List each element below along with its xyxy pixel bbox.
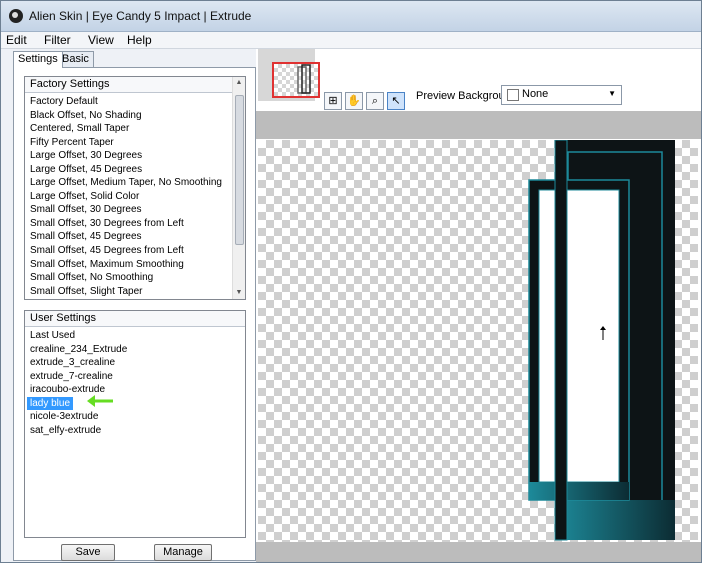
list-item[interactable]: sat_elfy-extrude [25,424,245,438]
navigator-icon[interactable]: ⊞ [324,92,342,110]
preview-canvas[interactable] [258,140,698,542]
window-title: Alien Skin | Eye Candy 5 Impact | Extrud… [29,9,252,23]
list-item[interactable]: Large Offset, 30 Degrees [25,149,245,163]
menu-bar: Edit Filter View Help [1,32,701,49]
scroll-thumb[interactable] [235,95,244,245]
factory-settings-header: Factory Settings [25,77,245,93]
list-item[interactable]: Centered, Small Taper [25,122,245,136]
app-window: Alien Skin | Eye Candy 5 Impact | Extrud… [0,0,702,563]
list-item-selected[interactable]: lady blue [27,396,74,411]
list-item[interactable]: crealine_234_Extrude [25,343,245,357]
list-item[interactable]: Small Offset, 45 Degrees [25,230,245,244]
scroll-up-icon[interactable]: ▲ [235,79,243,87]
menu-filter[interactable]: Filter [44,33,71,47]
list-item[interactable]: Large Offset, 45 Degrees [25,163,245,177]
back-frame-left-bar [554,140,568,541]
list-item[interactable]: Fifty Percent Taper [25,136,245,150]
menu-view[interactable]: View [88,33,114,47]
list-item[interactable]: Small Offset, Slight Taper [25,285,245,299]
list-item[interactable]: Large Offset, Medium Taper, No Smoothing [25,176,245,190]
user-settings-list[interactable]: User Settings Last Used crealine_234_Ext… [24,310,246,538]
preview-area: ⊞ ✋ ⌕ ↖ Preview Background: None ▼ [256,49,701,562]
preview-top-band [256,111,701,139]
title-bar: Alien Skin | Eye Candy 5 Impact | Extrud… [1,1,701,32]
tab-settings[interactable]: Settings [13,51,63,68]
scroll-down-icon[interactable]: ▼ [235,289,243,297]
menu-edit[interactable]: Edit [6,33,27,47]
back-frame-bottom [555,500,675,540]
list-item[interactable]: extrude_3_crealine [25,356,245,370]
list-item[interactable]: iracoubo-extrude [25,383,245,397]
menu-help[interactable]: Help [127,33,152,47]
list-item[interactable]: Small Offset, 30 Degrees [25,203,245,217]
factory-list-scrollbar[interactable]: ▲ ▼ [232,77,245,299]
factory-settings-list[interactable]: Factory Settings Factory Default Black O… [24,76,246,300]
list-item[interactable]: Small Offset, Maximum Smoothing [25,258,245,272]
list-item[interactable]: Large Offset, Solid Color [25,190,245,204]
list-item[interactable]: Small Offset, No Smoothing [25,271,245,285]
navigator-thumbnail [258,49,320,101]
save-button[interactable]: Save [61,544,115,561]
preview-bottom-band [256,542,701,562]
list-item[interactable]: Factory Default [25,95,245,109]
alien-skin-logo-icon [9,9,23,23]
list-item[interactable]: nicole-3extrude [25,410,245,424]
user-settings-items: Last Used crealine_234_Extrude extrude_3… [25,329,245,437]
list-item[interactable]: extrude_7-crealine [25,370,245,384]
list-item[interactable]: Small Offset, 30 Degrees from Left [25,217,245,231]
front-frame-hole [538,189,620,483]
arrow-icon[interactable]: ↖ [387,92,405,110]
background-swatch-icon [507,89,519,101]
preview-background-select[interactable]: None ▼ [501,85,622,105]
hand-icon[interactable]: ✋ [345,92,363,110]
green-arrow-annotation-icon [87,394,113,407]
list-item[interactable]: Last Used [25,329,245,343]
list-item-row-selected: lady blue [25,394,245,411]
extruded-frame-preview [528,140,675,541]
factory-settings-items: Factory Default Black Offset, No Shading… [25,95,245,298]
user-settings-header: User Settings [25,311,245,327]
chevron-down-icon: ▼ [608,89,616,98]
navigator-viewport[interactable] [272,62,320,98]
zoom-icon[interactable]: ⌕ [366,92,384,110]
thumbnail-frame-icon [297,64,311,94]
manage-button[interactable]: Manage [154,544,212,561]
preview-background-value: None [522,88,549,100]
list-item[interactable]: Small Offset, 45 Degrees from Left [25,244,245,258]
settings-panel: Factory Settings Factory Default Black O… [13,67,256,561]
front-frame-bottom [529,482,629,500]
list-item[interactable]: Black Offset, No Shading [25,109,245,123]
